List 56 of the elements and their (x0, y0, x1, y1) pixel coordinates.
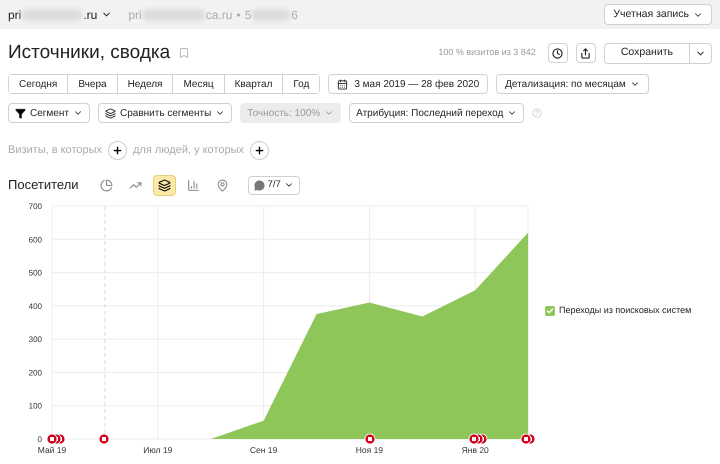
y-axis-label: 0 (38, 435, 42, 444)
add-condition-button[interactable] (250, 141, 269, 160)
filter-dropdown[interactable]: Сегмент (8, 103, 90, 123)
pie-chart-icon (100, 178, 113, 192)
plus-icon (254, 145, 265, 156)
share-icon (580, 48, 592, 58)
legend-label: Переходы из поисковых систем (559, 304, 692, 318)
y-axis-label: 300 (28, 335, 42, 344)
map-pin-icon (216, 178, 229, 192)
clock-icon (552, 48, 564, 58)
site-name: pri ca.ru (128, 6, 232, 24)
note-markers-icon[interactable] (468, 434, 488, 444)
save-button[interactable]: Сохранить (604, 42, 690, 64)
check-icon (546, 307, 554, 315)
bar-chart-icon (186, 178, 200, 192)
x-axis-label: Сен 19 (250, 445, 278, 455)
filter-dropdown[interactable]: Сравнить сегменты (98, 103, 232, 123)
note-marker-icon[interactable] (98, 434, 110, 444)
site-selector[interactable]: pri .ru (8, 6, 112, 24)
y-axis-label: 400 (28, 302, 42, 311)
chart-title: Посетители (8, 176, 79, 194)
y-axis-label: 500 (28, 268, 42, 278)
notes-dropdown[interactable]: 7/7 (248, 176, 300, 194)
date-range-button[interactable]: 3 мая 2019 — 28 фев 2020 (328, 74, 488, 94)
chart-type-button[interactable] (152, 174, 176, 196)
filter-icon (15, 108, 26, 118)
note-markers-icon[interactable] (520, 434, 536, 444)
comment-icon (254, 180, 265, 190)
segments-icon (104, 108, 116, 118)
x-axis-label: Янв 20 (462, 445, 489, 455)
period-tab[interactable]: Год (282, 75, 320, 93)
x-axis-label: Ноя 19 (356, 445, 384, 455)
note-markers-icon[interactable] (46, 434, 66, 444)
note-marker-icon[interactable] (364, 434, 376, 444)
plus-icon (112, 145, 123, 156)
counter-id: 5 6 (244, 6, 298, 24)
calendar-icon (337, 78, 348, 90)
segment-label: Визиты, в которых (8, 143, 102, 158)
page-title: Источники, сводка (8, 40, 170, 65)
visits-info: 100 % визитов из 3 842 (438, 46, 536, 60)
x-axis-label: Июл 19 (143, 445, 172, 455)
history-button[interactable] (548, 43, 568, 63)
area-chart-icon (158, 178, 171, 192)
detail-dropdown[interactable]: Детализация: по месяцам (496, 74, 649, 94)
y-axis-label: 100 (28, 402, 42, 411)
export-button[interactable] (576, 43, 596, 63)
segment-label: для людей, у которых (133, 143, 244, 158)
legend-checkbox[interactable] (545, 306, 555, 316)
separator: • (236, 6, 241, 24)
account-button[interactable]: Учетная запись (604, 4, 712, 25)
y-axis-label: 600 (28, 235, 42, 244)
add-condition-button[interactable] (108, 141, 127, 160)
y-axis-label: 700 (28, 202, 42, 211)
y-axis-label: 200 (28, 368, 42, 378)
x-axis-label: Май 19 (38, 445, 66, 455)
filter-dropdown[interactable]: Атрибуция: Последний переход (349, 103, 524, 123)
